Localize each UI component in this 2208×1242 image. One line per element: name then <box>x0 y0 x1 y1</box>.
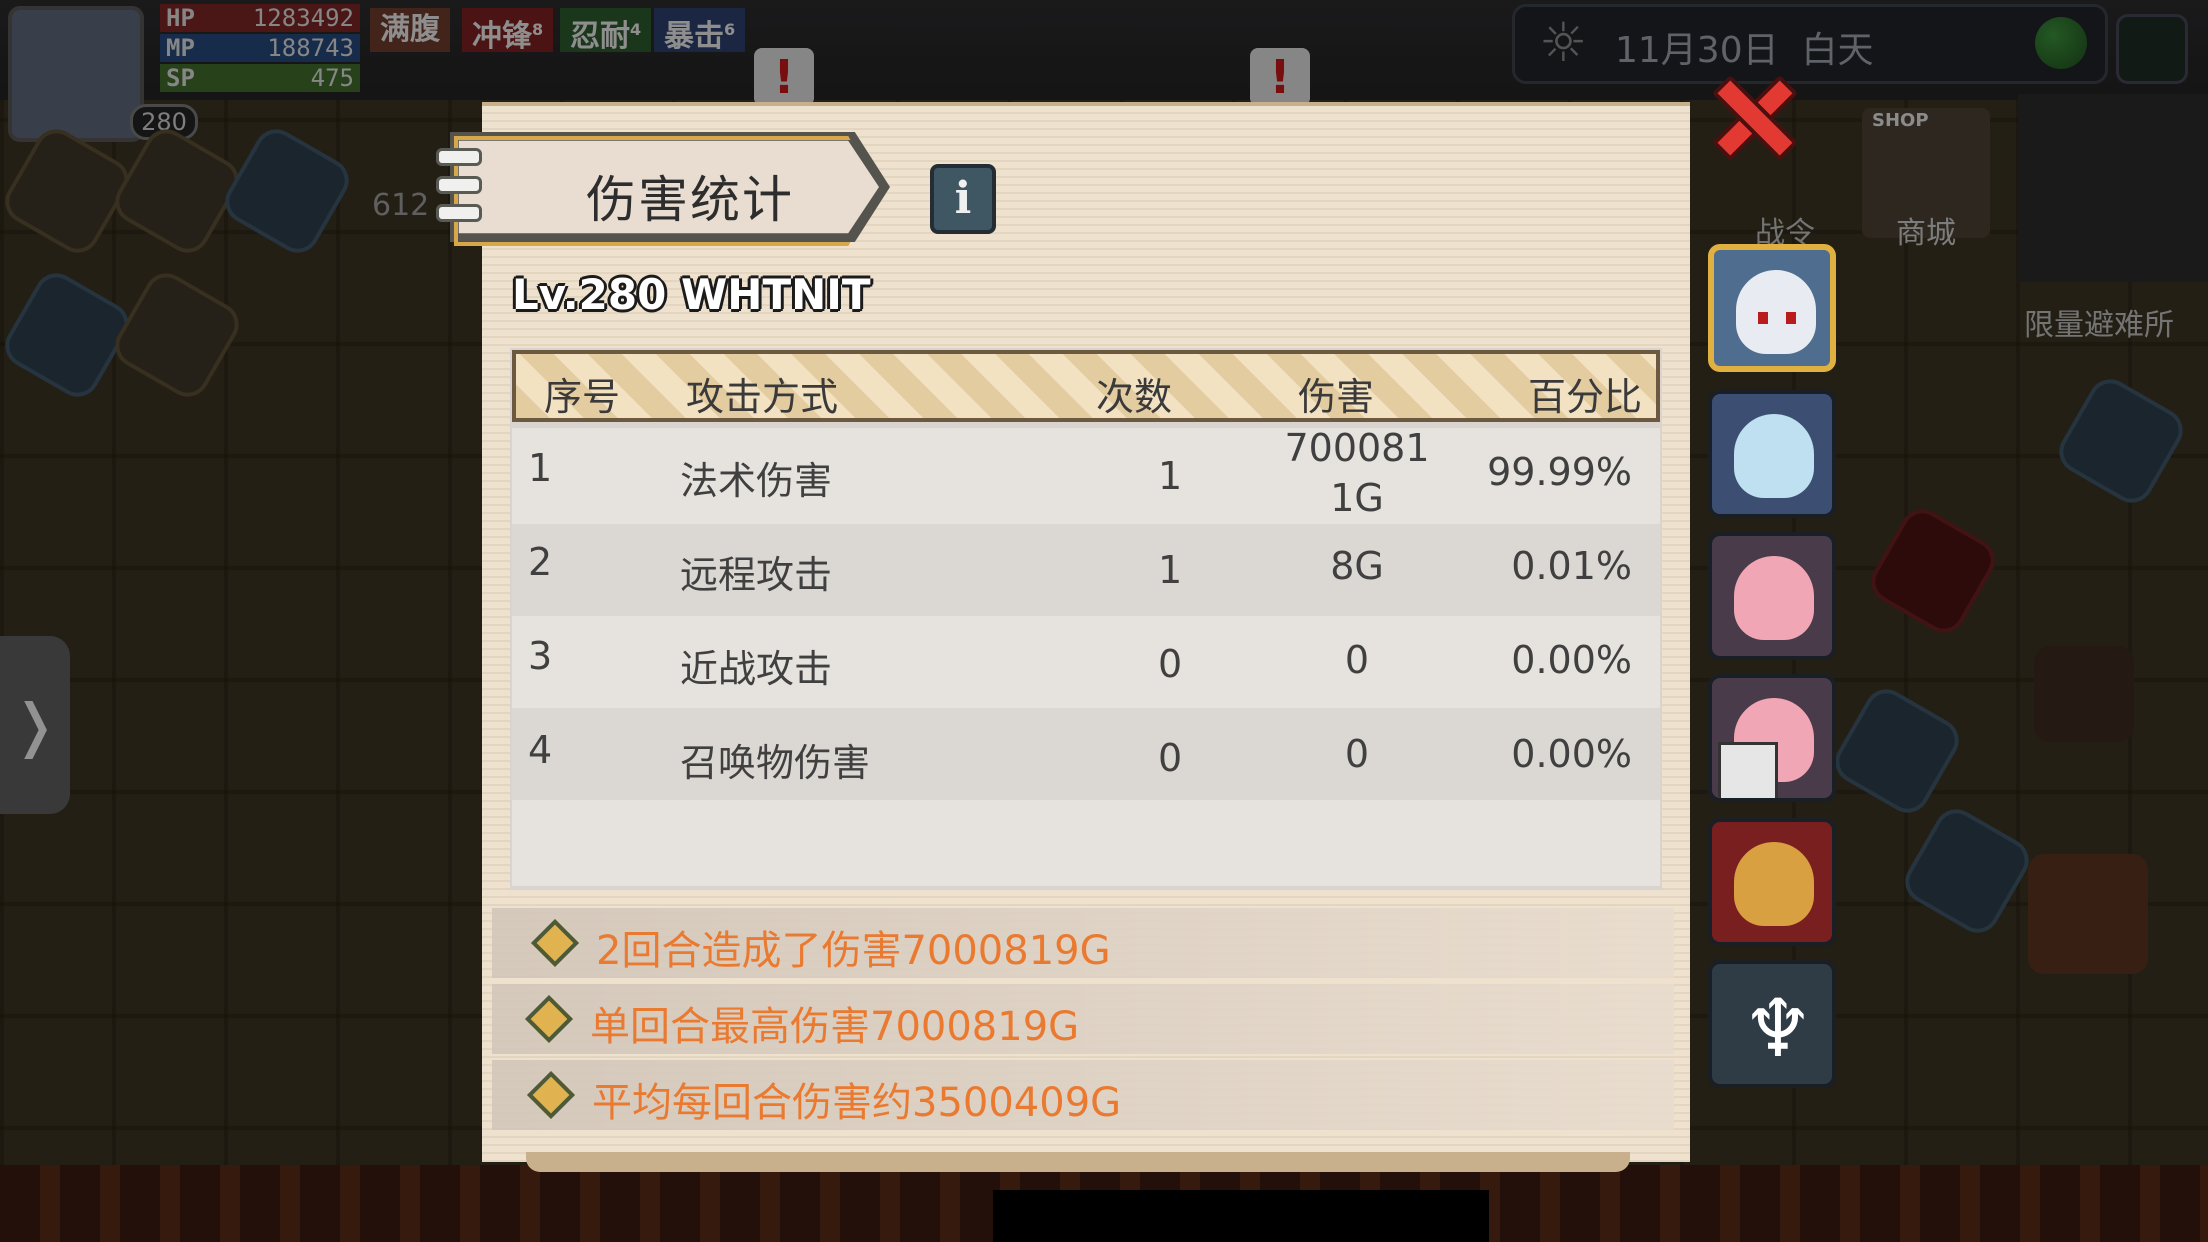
close-icon[interactable] <box>1712 76 1788 152</box>
book-icon <box>1718 742 1778 798</box>
row-method: 远程攻击 <box>680 553 833 597</box>
row-damage: 700081 <box>1284 426 1430 470</box>
column-header-index: 序号 <box>544 375 621 419</box>
row-percent: 99.99% <box>1487 450 1632 494</box>
summary-max-round-damage: 单回合最高伤害7000819G <box>590 1004 1080 1050</box>
mage-face-icon <box>1734 414 1814 498</box>
row-index: 2 <box>528 540 553 584</box>
row-method: 近战攻击 <box>680 647 833 691</box>
row-damage: 0 <box>1344 732 1370 776</box>
dialog-base <box>526 1152 1630 1172</box>
party-portrait-pink-hair-nurse[interactable] <box>1708 532 1836 660</box>
row-method: 召唤物伤害 <box>680 741 871 785</box>
player-name-level: Lv.280 WHTNIT <box>512 270 871 319</box>
dialog-title: 伤害统计 <box>586 171 794 229</box>
row-percent: 0.00% <box>1511 638 1632 682</box>
info-icon[interactable]: i <box>930 164 996 234</box>
row-index: 3 <box>528 634 553 678</box>
row-index: 1 <box>528 446 553 490</box>
row-damage: 0 <box>1344 638 1370 682</box>
summary-total-damage: 2回合造成了伤害7000819G <box>596 928 1111 974</box>
row-method: 法术伤害 <box>680 459 833 503</box>
column-header-count: 次数 <box>1096 375 1173 419</box>
table-row-empty <box>512 800 1660 886</box>
deer-emblem-icon: ♆ <box>1742 982 1814 1075</box>
eye <box>1758 312 1768 324</box>
column-header-percent: 百分比 <box>1528 375 1643 419</box>
priest-face-icon <box>1734 842 1814 926</box>
row-count: 0 <box>1158 642 1183 686</box>
nurse-face-icon <box>1734 556 1814 640</box>
party-portrait-white-deer-emblem[interactable]: ♆ <box>1708 960 1836 1088</box>
row-percent: 0.01% <box>1511 544 1632 588</box>
column-header-method: 攻击方式 <box>686 375 839 419</box>
party-portrait-silver-hair-hero[interactable] <box>1708 244 1836 372</box>
row-percent: 0.00% <box>1511 732 1632 776</box>
table-header <box>512 350 1660 422</box>
row-damage: 8G <box>1330 544 1384 588</box>
party-portrait-blue-hair-mage[interactable] <box>1708 390 1836 518</box>
row-index: 4 <box>528 728 553 772</box>
party-portrait-red-robed-priest[interactable] <box>1708 818 1836 946</box>
row-damage-suffix: 1G <box>1330 476 1384 520</box>
summary-average-damage: 平均每回合伤害约3500409G <box>592 1080 1122 1126</box>
hero-face-icon <box>1736 270 1816 354</box>
party-portrait-pink-hair-nurse-with-book[interactable] <box>1708 674 1836 802</box>
row-count: 0 <box>1158 736 1183 780</box>
column-header-damage: 伤害 <box>1298 375 1375 419</box>
eye <box>1786 312 1796 324</box>
banner-ribbon-icon <box>436 148 482 226</box>
row-count: 1 <box>1158 454 1183 498</box>
row-count: 1 <box>1158 548 1183 592</box>
